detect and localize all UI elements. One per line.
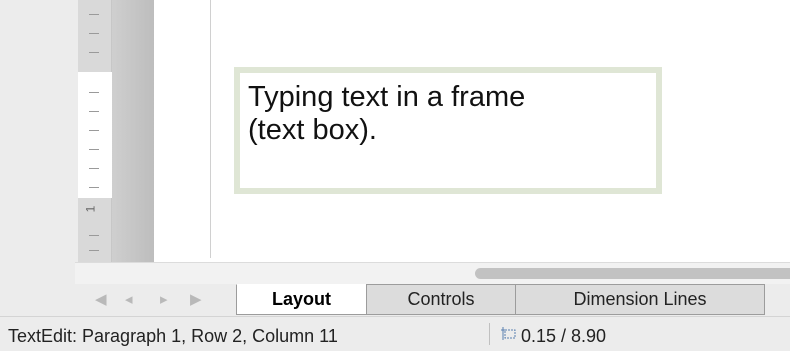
first-sheet-icon[interactable]: ◀ [95, 290, 110, 308]
ruler-tick [89, 92, 99, 93]
status-size: 0.15 / 8.90 [521, 326, 607, 346]
ruler-tick [89, 111, 99, 112]
tab-dimension-lines[interactable]: Dimension Lines [515, 284, 765, 315]
status-edit-info: TextEdit: Paragraph 1, Row 2, Column 11 [8, 326, 338, 346]
status-separator [489, 323, 490, 345]
ruler-active-area [78, 72, 112, 198]
ruler-tick [89, 168, 99, 169]
left-gutter [0, 0, 75, 260]
sheet-tab-bar: ◀ ◂ ▸ ▶ Layout Controls Dimension Lines [0, 284, 790, 316]
status-bar: TextEdit: Paragraph 1, Row 2, Column 11 … [0, 316, 790, 351]
object-size-icon [501, 327, 516, 340]
previous-sheet-icon[interactable]: ◂ [125, 290, 133, 308]
ruler-tick [89, 235, 99, 236]
ruler-number: 1 [83, 205, 98, 213]
scrollbar-thumb[interactable] [475, 268, 790, 279]
ruler-tick [89, 250, 99, 251]
page-shadow-area [112, 0, 154, 262]
page-margin-line [210, 0, 211, 258]
tab-controls[interactable]: Controls [366, 284, 516, 315]
last-sheet-icon[interactable]: ▶ [190, 290, 202, 308]
ruler-tick [89, 187, 99, 188]
tab-divider [764, 284, 765, 315]
ruler-tick [89, 130, 99, 131]
vertical-ruler[interactable]: 1 [78, 0, 112, 262]
horizontal-scrollbar[interactable] [75, 262, 790, 284]
frame-text[interactable]: Typing text in a frame (text box). [248, 81, 646, 147]
text-frame[interactable]: Typing text in a frame (text box). [234, 67, 662, 194]
ruler-tick [89, 52, 99, 53]
ruler-tick [89, 149, 99, 150]
tab-layout[interactable]: Layout [236, 284, 367, 315]
frame-text-line-2: (text box). [248, 114, 377, 146]
ruler-tick [89, 33, 99, 34]
ruler-tick [89, 14, 99, 15]
next-sheet-icon[interactable]: ▸ [160, 290, 168, 308]
document-page[interactable]: Typing text in a frame (text box). [154, 0, 790, 262]
frame-text-line-1: Typing text in a frame [248, 81, 526, 113]
